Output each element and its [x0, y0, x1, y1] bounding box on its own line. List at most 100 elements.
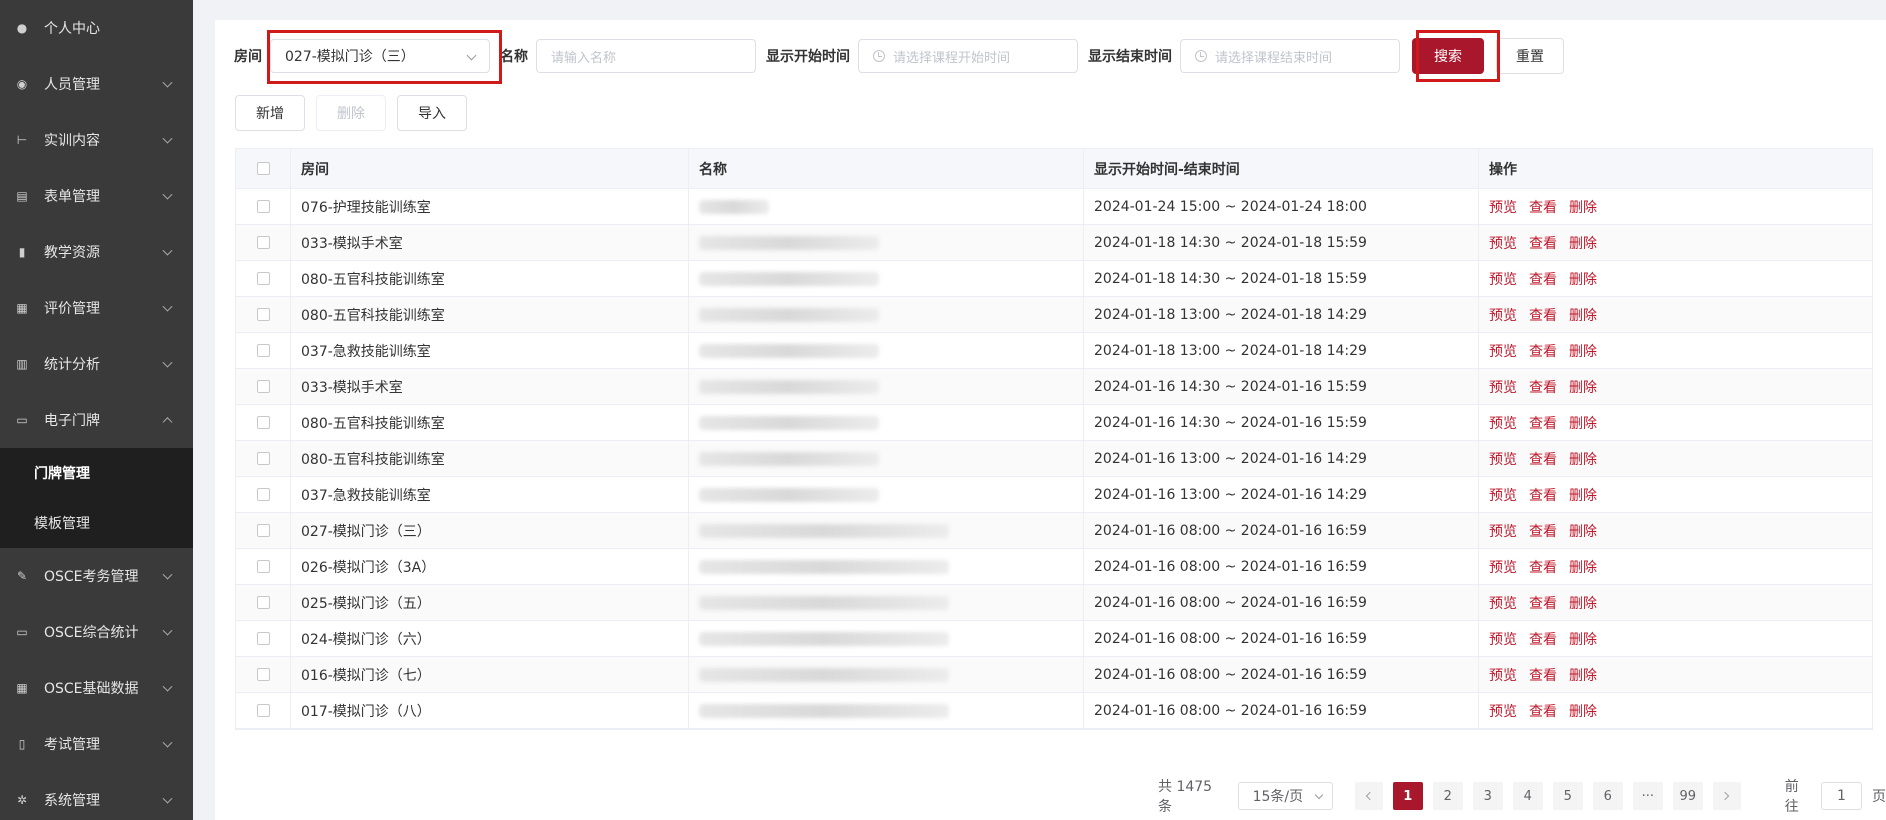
preview-link[interactable]: 预览: [1489, 557, 1517, 577]
delete-button[interactable]: 删除: [316, 95, 386, 131]
view-link[interactable]: 查看: [1529, 233, 1557, 253]
sidebar-item[interactable]: ▭ 电子门牌: [0, 392, 193, 448]
row-check-cell: [236, 621, 291, 656]
table-row: 026-模拟门诊（3A） 2024-01-16 08:00 ~ 2024-01-1…: [236, 549, 1872, 585]
import-button[interactable]: 导入: [397, 95, 467, 131]
page-button[interactable]: 99: [1672, 782, 1703, 810]
preview-link[interactable]: 预览: [1489, 665, 1517, 685]
view-link[interactable]: 查看: [1529, 701, 1557, 721]
view-link[interactable]: 查看: [1529, 269, 1557, 289]
row-checkbox[interactable]: [256, 668, 270, 681]
delete-link[interactable]: 删除: [1569, 485, 1597, 505]
preview-link[interactable]: 预览: [1489, 701, 1517, 721]
page-button[interactable]: 1: [1392, 782, 1423, 810]
delete-link[interactable]: 删除: [1569, 521, 1597, 541]
end-time-input[interactable]: 请选择课程结束时间: [1180, 39, 1400, 73]
delete-link[interactable]: 删除: [1569, 413, 1597, 433]
preview-link[interactable]: 预览: [1489, 269, 1517, 289]
page-button[interactable]: ···: [1632, 782, 1663, 810]
delete-link[interactable]: 删除: [1569, 557, 1597, 577]
preview-link[interactable]: 预览: [1489, 449, 1517, 469]
reset-button[interactable]: 重置: [1496, 38, 1564, 74]
page-button[interactable]: 6: [1592, 782, 1623, 810]
sidebar-item[interactable]: ▭ OSCE综合统计: [0, 604, 193, 660]
page-button[interactable]: 2: [1432, 782, 1463, 810]
delete-link[interactable]: 删除: [1569, 197, 1597, 217]
view-link[interactable]: 查看: [1529, 629, 1557, 649]
row-checkbox[interactable]: [256, 632, 270, 645]
view-link[interactable]: 查看: [1529, 449, 1557, 469]
preview-link[interactable]: 预览: [1489, 485, 1517, 505]
sidebar-subitem-door-sign-management[interactable]: 门牌管理: [0, 448, 193, 498]
preview-link[interactable]: 预览: [1489, 233, 1517, 253]
row-checkbox[interactable]: [256, 560, 270, 573]
preview-link[interactable]: 预览: [1489, 413, 1517, 433]
view-link[interactable]: 查看: [1529, 557, 1557, 577]
delete-link[interactable]: 删除: [1569, 233, 1597, 253]
view-link[interactable]: 查看: [1529, 197, 1557, 217]
page-button[interactable]: 3: [1472, 782, 1503, 810]
row-checkbox[interactable]: [256, 380, 270, 393]
add-button[interactable]: 新增: [235, 95, 305, 131]
view-link[interactable]: 查看: [1529, 413, 1557, 433]
delete-link[interactable]: 删除: [1569, 377, 1597, 397]
view-link[interactable]: 查看: [1529, 305, 1557, 325]
select-all-checkbox[interactable]: [256, 162, 270, 175]
preview-link[interactable]: 预览: [1489, 341, 1517, 361]
next-page-button[interactable]: [1712, 782, 1741, 810]
delete-link[interactable]: 删除: [1569, 341, 1597, 361]
sidebar-item[interactable]: ⊢ 实训内容: [0, 112, 193, 168]
row-checkbox[interactable]: [256, 308, 270, 321]
goto-page-input[interactable]: 1: [1820, 782, 1862, 810]
row-checkbox[interactable]: [256, 200, 270, 213]
prev-page-button[interactable]: [1354, 782, 1383, 810]
view-link[interactable]: 查看: [1529, 485, 1557, 505]
page-button[interactable]: 4: [1512, 782, 1543, 810]
sidebar-subitem-template-management[interactable]: 模板管理: [0, 498, 193, 548]
preview-link[interactable]: 预览: [1489, 593, 1517, 613]
sidebar-item[interactable]: ✎ OSCE考务管理: [0, 548, 193, 604]
name-input[interactable]: 请输入名称: [536, 39, 756, 73]
row-checkbox[interactable]: [256, 704, 270, 717]
sidebar-item[interactable]: ▯ 考试管理: [0, 716, 193, 772]
row-checkbox[interactable]: [256, 596, 270, 609]
sidebar-item[interactable]: ● 个人中心: [0, 0, 193, 56]
sidebar-item[interactable]: ▥ 统计分析: [0, 336, 193, 392]
delete-link[interactable]: 删除: [1569, 593, 1597, 613]
view-link[interactable]: 查看: [1529, 521, 1557, 541]
delete-link[interactable]: 删除: [1569, 629, 1597, 649]
preview-link[interactable]: 预览: [1489, 197, 1517, 217]
sidebar-item[interactable]: ◉ 人员管理: [0, 56, 193, 112]
view-link[interactable]: 查看: [1529, 665, 1557, 685]
delete-link[interactable]: 删除: [1569, 269, 1597, 289]
view-link[interactable]: 查看: [1529, 377, 1557, 397]
preview-link[interactable]: 预览: [1489, 377, 1517, 397]
row-checkbox[interactable]: [256, 344, 270, 357]
preview-link[interactable]: 预览: [1489, 305, 1517, 325]
delete-link[interactable]: 删除: [1569, 701, 1597, 721]
row-checkbox[interactable]: [256, 452, 270, 465]
pagination: 共 1475 条 15条/页 1 2 3 4 5 6 ··· 99 前往 1 页: [1158, 779, 1886, 815]
row-checkbox[interactable]: [256, 488, 270, 501]
start-time-input[interactable]: 请选择课程开始时间: [858, 39, 1078, 73]
sidebar-item[interactable]: ▦ 评价管理: [0, 280, 193, 336]
delete-link[interactable]: 删除: [1569, 449, 1597, 469]
delete-link[interactable]: 删除: [1569, 305, 1597, 325]
row-checkbox[interactable]: [256, 524, 270, 537]
row-checkbox[interactable]: [256, 272, 270, 285]
row-checkbox[interactable]: [256, 416, 270, 429]
page-button[interactable]: 5: [1552, 782, 1583, 810]
preview-link[interactable]: 预览: [1489, 521, 1517, 541]
chevron-down-icon: [162, 737, 173, 748]
view-link[interactable]: 查看: [1529, 593, 1557, 613]
sidebar-item[interactable]: ✲ 系统管理: [0, 772, 193, 820]
sidebar-item[interactable]: ▦ OSCE基础数据: [0, 660, 193, 716]
view-link[interactable]: 查看: [1529, 341, 1557, 361]
sidebar-item[interactable]: ▤ 表单管理: [0, 168, 193, 224]
preview-link[interactable]: 预览: [1489, 629, 1517, 649]
page-size-select[interactable]: 15条/页: [1237, 782, 1333, 810]
row-checkbox[interactable]: [256, 236, 270, 249]
delete-link[interactable]: 删除: [1569, 665, 1597, 685]
sidebar-item[interactable]: ▮ 教学资源: [0, 224, 193, 280]
chevron-down-icon: [162, 793, 173, 804]
